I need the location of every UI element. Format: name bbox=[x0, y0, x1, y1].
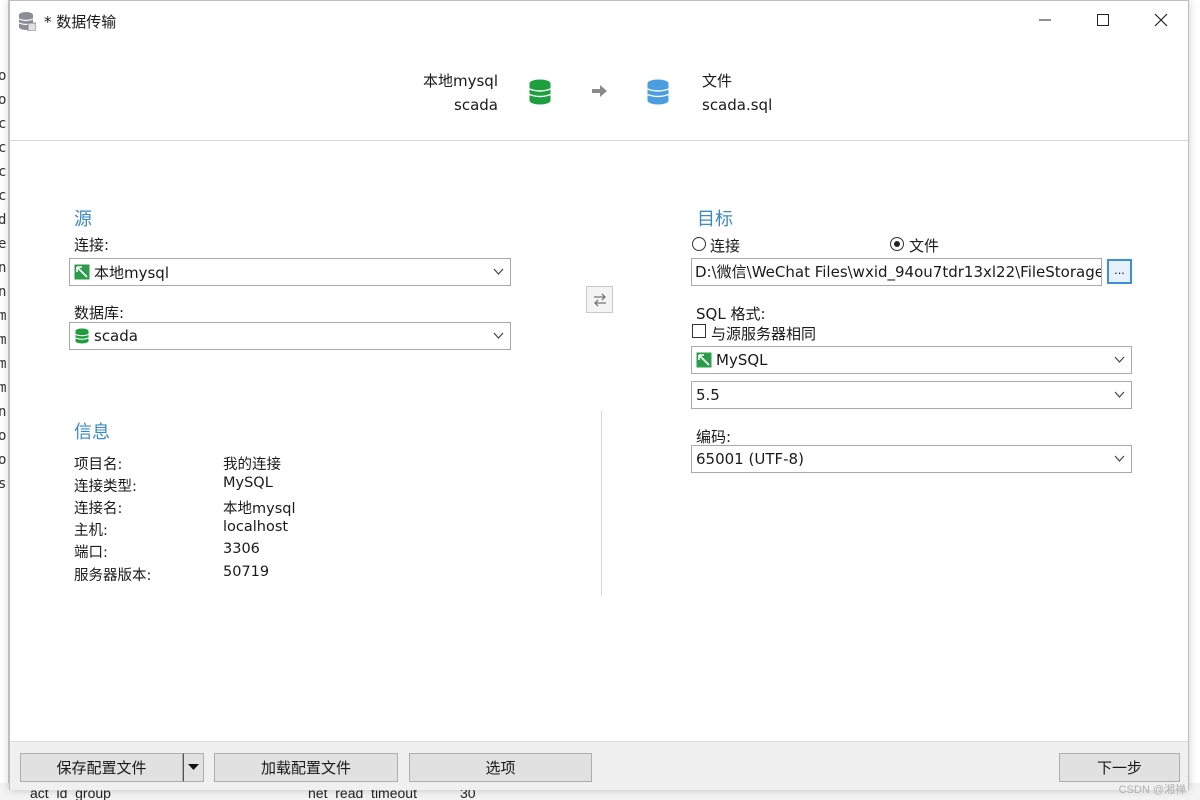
target-section-title: 目标 bbox=[697, 209, 733, 230]
options-button[interactable]: 选项 bbox=[409, 753, 592, 782]
target-summary: 文件 scada.sql bbox=[702, 69, 772, 117]
info-value: MySQL bbox=[223, 475, 273, 491]
info-key: 主机: bbox=[74, 523, 108, 539]
swap-arrows-icon bbox=[593, 293, 606, 306]
browse-file-button[interactable]: ... bbox=[1107, 259, 1132, 284]
target-file-name: scada.sql bbox=[702, 96, 773, 114]
info-value: localhost bbox=[223, 519, 289, 535]
database-label: 数据库: bbox=[74, 304, 125, 322]
database-icon bbox=[75, 328, 89, 344]
next-button[interactable]: 下一步 bbox=[1059, 753, 1180, 782]
source-database-select[interactable]: scada bbox=[69, 322, 511, 350]
source-connection-value: 本地mysql bbox=[94, 263, 169, 282]
info-value: 我的连接 bbox=[223, 457, 281, 473]
sql-format-select[interactable]: MySQL bbox=[691, 346, 1132, 374]
mysql-connection-icon bbox=[696, 352, 712, 368]
transfer-summary-header: 本地mysql scada 文件 scada.sql bbox=[10, 41, 1188, 141]
info-value: 50719 bbox=[223, 564, 270, 580]
target-file-radio-label[interactable]: 文件 bbox=[909, 235, 939, 256]
target-connection-radio-label[interactable]: 连接 bbox=[710, 235, 740, 256]
info-key: 项目名: bbox=[74, 457, 123, 473]
chevron-down-icon bbox=[493, 332, 504, 339]
load-profile-button[interactable]: 加载配置文件 bbox=[214, 753, 398, 782]
minimize-button[interactable] bbox=[1016, 1, 1074, 39]
source-database-icon bbox=[529, 79, 551, 105]
sql-format-value: MySQL bbox=[716, 351, 768, 369]
chevron-down-icon bbox=[493, 268, 504, 275]
window-title: * 数据传输 bbox=[44, 13, 117, 31]
maximize-icon bbox=[1097, 14, 1109, 26]
encoding-label: 编码: bbox=[696, 428, 732, 446]
background-app-left-edge: o o c c c c d e n n m m m m n o o s bbox=[0, 0, 9, 800]
background-app-right-edge bbox=[1188, 60, 1200, 800]
source-connection-select[interactable]: 本地mysql bbox=[69, 258, 511, 286]
caret-down-icon bbox=[188, 764, 199, 770]
connection-label: 连接: bbox=[74, 236, 110, 254]
source-database-value: scada bbox=[94, 327, 138, 345]
source-summary: 本地mysql scada bbox=[423, 69, 498, 117]
swap-source-target-button[interactable] bbox=[586, 286, 613, 313]
transfer-arrow-icon bbox=[592, 85, 607, 97]
target-type-name: 文件 bbox=[702, 72, 733, 90]
info-key: 连接名: bbox=[74, 501, 123, 517]
save-profile-button[interactable]: 保存配置文件 bbox=[20, 753, 183, 782]
mysql-connection-icon bbox=[74, 264, 90, 280]
encoding-select[interactable]: 65001 (UTF-8) bbox=[691, 445, 1132, 473]
chevron-down-icon bbox=[1114, 455, 1125, 462]
database-app-icon bbox=[18, 12, 36, 31]
target-database-icon bbox=[647, 79, 669, 105]
target-connection-radio[interactable] bbox=[692, 237, 706, 251]
info-section-title: 信息 bbox=[74, 422, 110, 443]
vertical-divider bbox=[601, 411, 602, 596]
same-as-source-checkbox[interactable] bbox=[692, 324, 706, 338]
source-section-title: 源 bbox=[74, 209, 92, 230]
maximize-button[interactable] bbox=[1074, 1, 1132, 39]
dialog-footer: 保存配置文件 加载配置文件 选项 下一步 bbox=[10, 741, 1188, 790]
target-file-radio[interactable] bbox=[890, 237, 904, 251]
data-transfer-dialog: * 数据传输 本地mysql scada 文件 scada.sql 源 连接: … bbox=[9, 0, 1189, 790]
info-key: 端口: bbox=[74, 545, 108, 561]
info-value: 本地mysql bbox=[223, 501, 296, 517]
chevron-down-icon bbox=[1114, 391, 1125, 398]
title-bar[interactable]: * 数据传输 bbox=[10, 1, 1188, 41]
sql-version-value: 5.5 bbox=[696, 386, 720, 404]
same-as-source-label[interactable]: 与源服务器相同 bbox=[711, 323, 816, 344]
source-connection-name: 本地mysql bbox=[423, 72, 498, 90]
target-file-path-input[interactable]: D:\微信\WeChat Files\wxid_94ou7tdr13xl22\F… bbox=[691, 258, 1102, 286]
source-database-name: scada bbox=[454, 96, 498, 114]
info-key: 服务器版本: bbox=[74, 568, 152, 584]
close-button[interactable] bbox=[1132, 1, 1190, 39]
chevron-down-icon bbox=[1114, 356, 1125, 363]
sql-format-label: SQL 格式: bbox=[696, 305, 766, 323]
info-key: 连接类型: bbox=[74, 479, 137, 495]
save-profile-dropdown-button[interactable] bbox=[183, 753, 204, 782]
sql-version-select[interactable]: 5.5 bbox=[691, 381, 1132, 409]
close-icon bbox=[1154, 13, 1168, 27]
info-value: 3306 bbox=[223, 541, 260, 557]
minimize-icon bbox=[1039, 19, 1051, 21]
encoding-value: 65001 (UTF-8) bbox=[696, 450, 804, 468]
watermark: CSDN @湘禅 bbox=[1118, 784, 1186, 796]
